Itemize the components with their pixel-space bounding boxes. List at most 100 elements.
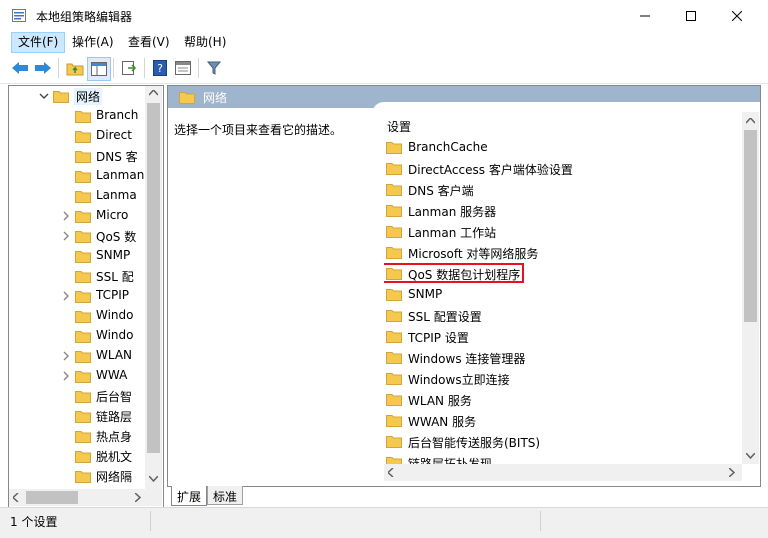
tab-extended[interactable]: 扩展 [171, 486, 207, 506]
settings-list-item[interactable]: Windows立即连接 [384, 368, 734, 389]
collapsed-chevron-icon[interactable] [61, 229, 71, 243]
list-horizontal-scrollbar[interactable] [384, 464, 742, 481]
settings-list-item[interactable]: DirectAccess 客户端体验设置 [384, 158, 734, 179]
back-button[interactable] [9, 57, 31, 79]
settings-list-item-label: Lanman 服务器 [408, 205, 497, 219]
settings-list-item-label: Windows立即连接 [408, 373, 510, 387]
tab-standard[interactable]: 标准 [207, 486, 243, 505]
tab-extended-label: 扩展 [177, 490, 202, 504]
scroll-down-icon [746, 453, 755, 459]
settings-list-item-label: DNS 客户端 [408, 184, 474, 198]
tree-item-label: 网络 [74, 88, 103, 105]
tree-item-label: SNMP [96, 248, 131, 262]
tree-item[interactable]: 链路层 [9, 406, 149, 426]
tree-item[interactable]: 热点身 [9, 426, 149, 446]
settings-list-item-label: DirectAccess 客户端体验设置 [408, 163, 573, 177]
close-button[interactable] [714, 0, 760, 31]
folder-icon [75, 311, 91, 323]
toolbar-separator [58, 58, 59, 78]
folder-icon [179, 92, 195, 104]
properties-button[interactable] [172, 57, 194, 79]
settings-list-item[interactable]: Windows 连接管理器 [384, 347, 734, 368]
tree-item[interactable]: SSL 配 [9, 266, 149, 286]
column-header-settings[interactable]: 设置 [387, 118, 411, 135]
filter-button[interactable] [203, 57, 225, 79]
export-list-button[interactable] [118, 57, 140, 79]
tree-item-label: 热点身 [96, 430, 133, 444]
tree-item[interactable]: Lanma [9, 186, 149, 206]
scroll-corner [145, 489, 162, 506]
minimize-button[interactable] [622, 0, 668, 31]
settings-list-item[interactable]: SNMP [384, 284, 734, 305]
settings-list-item[interactable]: Microsoft 对等网络服务 [384, 242, 734, 263]
folder-icon [75, 331, 91, 343]
tree-item[interactable]: 后台智 [9, 386, 149, 406]
menu-view[interactable]: 查看(V) [122, 33, 176, 52]
tree-item[interactable]: WLAN [9, 346, 149, 366]
tree-vertical-scrollbar[interactable] [145, 86, 162, 489]
show-hide-tree-button[interactable] [87, 57, 111, 81]
folder-icon [75, 271, 91, 283]
menu-action[interactable]: 操作(A) [66, 33, 120, 52]
tree-item-label: WLAN [96, 348, 133, 362]
settings-list-item[interactable]: BranchCache [384, 137, 734, 158]
settings-list-item[interactable]: QoS 数据包计划程序 [384, 263, 734, 284]
settings-list-item[interactable]: WLAN 服务 [384, 389, 734, 410]
folder-icon [75, 291, 91, 303]
tree-item[interactable]: Windo [9, 326, 149, 346]
maximize-button[interactable] [668, 0, 714, 31]
tree-item-label: Direct [96, 128, 132, 142]
settings-list-item[interactable]: 后台智能传送服务(BITS) [384, 431, 734, 452]
collapsed-chevron-icon[interactable] [61, 369, 71, 383]
minimize-icon [640, 15, 650, 16]
folder-icon [386, 436, 402, 448]
tree-item[interactable]: 脱机文 [9, 446, 149, 466]
folder-icon [75, 471, 91, 483]
list-vertical-scrollbar[interactable] [742, 112, 759, 464]
tree-item[interactable]: QoS 数 [9, 226, 149, 246]
tree-item[interactable]: Direct [9, 126, 149, 146]
tree-item[interactable]: Windo [9, 306, 149, 326]
tree-item[interactable]: Branch [9, 106, 149, 126]
up-folder-button[interactable] [64, 57, 86, 79]
menu-help[interactable]: 帮助(H) [178, 33, 232, 52]
settings-list-item[interactable]: 链路层拓扑发现 [384, 452, 734, 464]
folder-icon [53, 91, 69, 103]
settings-list-item[interactable]: Lanman 工作站 [384, 221, 734, 242]
settings-list-item[interactable]: SSL 配置设置 [384, 305, 734, 326]
tree-item[interactable]: TCPIP [9, 286, 149, 306]
expanded-chevron-icon[interactable] [39, 89, 49, 103]
forward-button[interactable] [32, 57, 54, 79]
tree-item[interactable]: 网络 [9, 86, 149, 106]
settings-list-item[interactable]: DNS 客户端 [384, 179, 734, 200]
console-tree[interactable]: 网络 Branch Direct DNS 客 Lanman Lanma Micro QoS 数… [8, 85, 164, 509]
settings-list-item-label: WWAN 服务 [408, 415, 477, 429]
list-scroll-thumb[interactable] [744, 130, 757, 322]
tree-item-label: WWA [96, 368, 128, 382]
tree-item-label: Windo [96, 308, 134, 322]
collapsed-chevron-icon[interactable] [61, 289, 71, 303]
menu-file[interactable]: 文件(F) [11, 32, 66, 53]
scroll-up-icon [149, 90, 158, 96]
back-arrow-icon [12, 62, 28, 74]
tree-item[interactable]: Lanman [9, 166, 149, 186]
tree-item[interactable]: SNMP [9, 246, 149, 266]
tree-item[interactable]: WWA [9, 366, 149, 386]
tree-hscroll-thumb[interactable] [26, 491, 78, 504]
tree-item[interactable]: Micro [9, 206, 149, 226]
settings-list-item[interactable]: TCPIP 设置 [384, 326, 734, 347]
settings-list-item[interactable]: WWAN 服务 [384, 410, 734, 431]
help-button[interactable]: ? [149, 57, 171, 79]
description-text: 选择一个项目来查看它的描述。 [174, 123, 343, 137]
tree-item[interactable]: 网络隔 [9, 466, 149, 486]
collapsed-chevron-icon[interactable] [61, 209, 71, 223]
close-icon [732, 10, 742, 21]
description-divider [372, 108, 373, 464]
title-bar: 本地组策略编辑器 [0, 0, 768, 31]
settings-list-item[interactable]: Lanman 服务器 [384, 200, 734, 221]
tree-horizontal-scrollbar[interactable] [9, 489, 145, 506]
window-title: 本地组策略编辑器 [36, 10, 133, 24]
collapsed-chevron-icon[interactable] [61, 349, 71, 363]
tree-scroll-thumb[interactable] [147, 103, 160, 453]
tree-item[interactable]: DNS 客 [9, 146, 149, 166]
